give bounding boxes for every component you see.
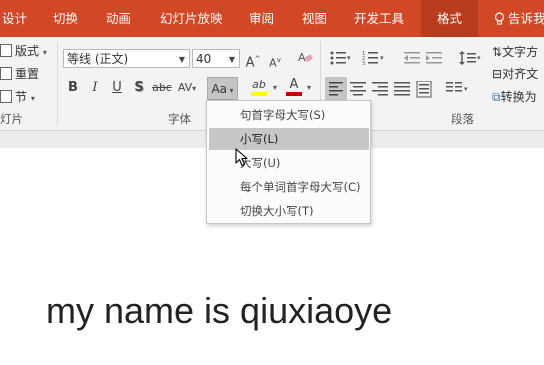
menu-item-toggle-case[interactable]: 切换大小写(T) [209,200,369,222]
text-direction-icon: ⇅ [492,45,503,59]
change-case-icon: Aa [211,82,227,96]
layout-label: 版式 [15,44,40,58]
chevron-down-icon[interactable]: ▼ [229,50,235,69]
tell-me-search[interactable]: 告诉我 [494,0,544,37]
line-spacing-icon[interactable]: ▾ [459,50,483,66]
highlight-swatch [251,92,267,96]
font-size-combo[interactable]: 40 ▼ [192,49,240,68]
clear-formatting-button[interactable]: A [295,49,315,69]
tab-developer[interactable]: 开发工具 [354,0,404,37]
decrease-indent-icon[interactable] [404,50,420,66]
layout-button[interactable]: 版式 ▾ [0,41,47,61]
bold-button[interactable]: B [63,78,83,98]
font-size-value: 40 [196,52,212,66]
menu-item-lowercase[interactable]: 小写(L) [209,128,369,150]
tab-view[interactable]: 视图 [302,0,327,37]
align-text-label: 对齐文 [502,67,539,81]
tell-me-label: 告诉我 [508,11,544,26]
character-spacing-button[interactable]: AV▾ [175,78,199,98]
tab-review[interactable]: 审阅 [249,0,274,37]
reset-label: 重置 [15,67,40,81]
font-color-swatch [286,92,302,96]
mouse-cursor-icon [235,148,248,167]
highlight-color-button[interactable]: ab [248,75,270,96]
menu-item-uppercase[interactable]: 大写(U) [209,152,369,174]
tab-format[interactable]: 格式 [421,0,478,37]
text-direction-label: 文字方 [502,45,539,59]
align-left-icon [329,82,343,96]
menu-item-capitalize-words[interactable]: 每个单词首字母大写(C) [209,176,369,198]
svg-text:A: A [298,51,306,64]
change-case-menu: 句首字母大写(S) 小写(L) 大写(U) 每个单词首字母大写(C) 切换大小写… [206,100,371,224]
smartart-icon: ⧉ [492,90,501,104]
chevron-down-icon[interactable]: ▾ [273,83,277,92]
tab-design[interactable]: 设计 [2,0,27,37]
layout-icon [0,44,12,57]
grow-font-button[interactable]: A^ [243,49,263,71]
font-color-icon: A [289,77,299,92]
font-name-combo[interactable]: 等线 (正文) ▼ [63,49,190,68]
chevron-down-icon[interactable]: ▼ [179,50,185,69]
reset-button[interactable]: 重置 [0,64,39,84]
section-button[interactable]: 节 ▾ [0,87,35,107]
chevron-down-icon: ▾ [42,48,47,57]
chevron-down-icon[interactable]: ▾ [307,83,311,92]
section-icon [0,90,12,103]
increase-indent-icon[interactable] [426,50,442,66]
slides-group-label: 灯片 [0,112,23,126]
font-group-label: 字体 [168,112,191,126]
svg-text:3: 3 [362,61,365,66]
change-case-button[interactable]: Aa ▾ [207,77,238,100]
shrink-font-icon: A [269,56,277,70]
ribbon-tab-bar: 设计 切换 动画 幻灯片放映 审阅 视图 开发工具 格式 告诉我 [0,0,544,37]
reset-icon [0,67,12,80]
align-center-icon[interactable] [350,82,366,98]
chevron-down-icon: ▾ [30,94,35,103]
section-label: 节 [15,90,28,104]
chevron-down-icon: ▾ [192,84,197,93]
character-spacing-icon: AV [177,81,193,94]
font-name-value: 等线 (正文) [67,52,129,66]
bullets-icon[interactable]: ▾ [330,50,352,66]
menu-item-sentence-case[interactable]: 句首字母大写(S) [209,104,369,126]
italic-button[interactable]: I [85,78,105,98]
font-color-button[interactable]: A [284,75,304,96]
align-left-button[interactable] [325,77,347,100]
tab-animations[interactable]: 动画 [106,0,131,37]
text-direction-button[interactable]: ⇅文字方 [492,42,538,62]
columns-icon[interactable]: ▾ [446,82,472,98]
svg-text:▾: ▾ [380,54,384,62]
chevron-down-icon: ▾ [227,86,234,95]
grow-font-icon: A [245,55,255,71]
text-shadow-button[interactable]: S [129,78,149,98]
svg-text:▾: ▾ [347,54,351,62]
group-divider [57,41,58,125]
tab-transitions[interactable]: 切换 [53,0,78,37]
align-text-icon: ⊟ [492,67,503,81]
svg-text:▾: ▾ [477,54,481,62]
align-text-button[interactable]: ⊟对齐文 [492,64,538,84]
numbering-icon[interactable]: 1 2 3 ▾ [362,50,386,66]
underline-button[interactable]: U [107,78,127,98]
justify-icon[interactable] [394,82,410,98]
lightbulb-icon [494,12,505,25]
shrink-font-button[interactable]: Av [265,50,285,70]
convert-smartart-button[interactable]: ⧉转换为 [492,87,537,107]
highlighter-icon: ab [252,78,266,91]
tab-slideshow[interactable]: 幻灯片放映 [160,0,223,37]
strikethrough-button[interactable]: abc [151,78,173,98]
slide-text-box[interactable]: my name is qiuxiaoye [46,290,392,332]
align-right-icon[interactable] [372,82,388,98]
distributed-icon[interactable] [416,81,432,98]
svg-text:▾: ▾ [464,85,468,93]
eraser-icon: A [298,51,313,64]
convert-label: 转换为 [500,90,537,104]
paragraph-group-label: 段落 [451,112,474,126]
